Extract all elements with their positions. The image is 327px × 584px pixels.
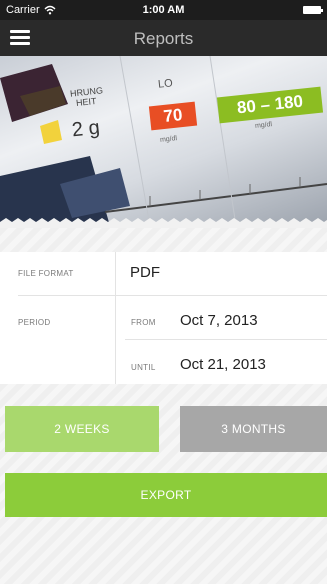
divider [18, 295, 327, 296]
status-time: 1:00 AM [142, 4, 185, 16]
hero-low-value-badge: 70 [148, 101, 198, 131]
hero-image: LO 70 80 – 180 mg/dl mg/dl HRUNG HEIT 2 … [0, 56, 327, 226]
three-months-button[interactable]: 3 MONTHS [180, 406, 327, 452]
two-weeks-button[interactable]: 2 WEEKS [5, 406, 159, 452]
status-bar: Carrier 1:00 AM [0, 0, 327, 20]
divider [115, 252, 116, 384]
period-label: PERIOD [18, 318, 51, 327]
until-date-field[interactable]: Oct 21, 2013 [180, 356, 266, 373]
battery-icon [303, 6, 323, 14]
file-format-label: FILE FORMAT [18, 269, 74, 278]
striped-spacer [0, 228, 327, 252]
from-date-field[interactable]: Oct 7, 2013 [180, 312, 258, 329]
hero-lo-label: LO [157, 77, 174, 91]
divider [125, 339, 327, 340]
file-format-value[interactable]: PDF [130, 264, 160, 281]
from-label: FROM [131, 318, 156, 327]
nav-bar: Reports [0, 20, 327, 56]
zigzag-divider [0, 218, 327, 228]
export-button[interactable]: EXPORT [5, 473, 327, 517]
page-title: Reports [133, 29, 194, 48]
until-label: UNTIL [131, 363, 156, 372]
hero-grams: 2 g [70, 116, 101, 142]
report-settings-form: FILE FORMAT PDF PERIOD FROM Oct 7, 2013 … [0, 252, 327, 384]
